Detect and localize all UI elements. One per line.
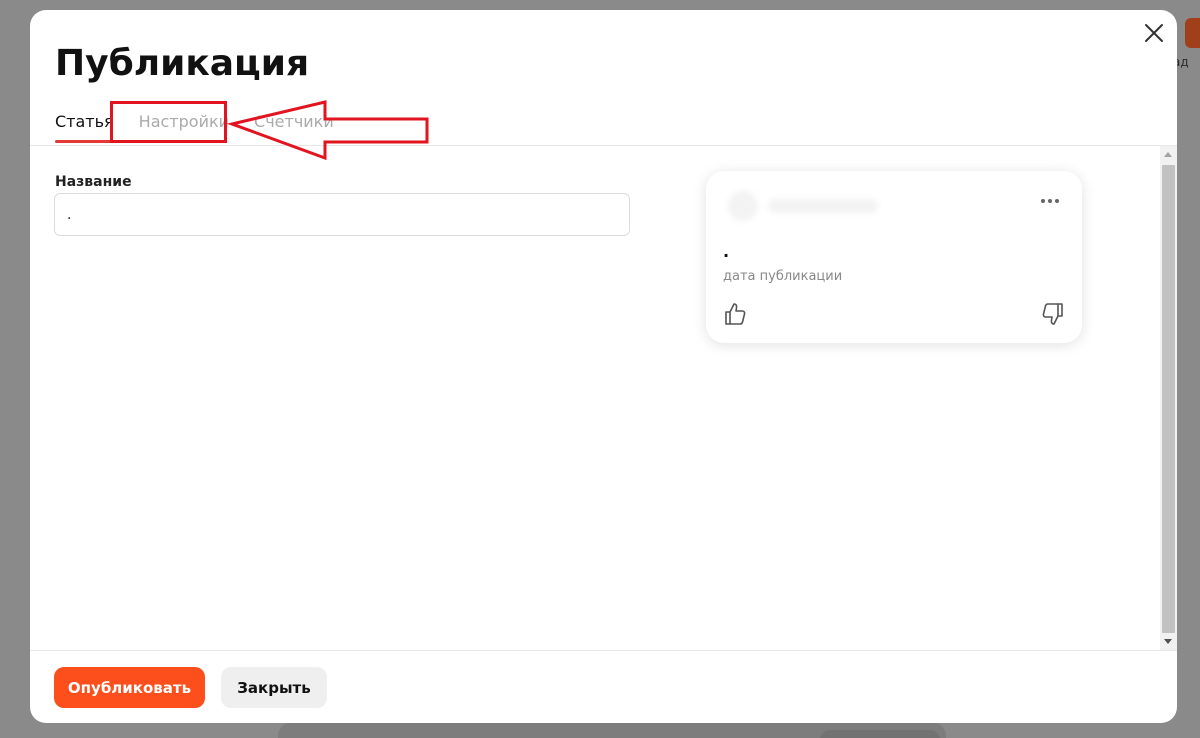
scroll-thumb[interactable]: [1162, 165, 1175, 633]
scroll-down-arrow-icon[interactable]: [1164, 639, 1172, 644]
background-action-button: [1185, 18, 1200, 48]
modal-title: Публикация: [55, 43, 310, 84]
modal-content: Название . дата публикации: [30, 146, 1177, 650]
publication-modal: Публикация Статья Настройки Счетчики Наз…: [30, 10, 1177, 723]
preview-card: . дата публикации: [706, 171, 1082, 343]
tab-article[interactable]: Статья: [55, 112, 114, 143]
blurred-avatar: [728, 191, 758, 221]
preview-title: .: [723, 242, 730, 261]
preview-date: дата публикации: [723, 269, 843, 284]
tab-settings[interactable]: Настройки: [139, 112, 229, 143]
tabs-bar: Статья Настройки Счетчики: [55, 112, 334, 143]
vertical-scrollbar[interactable]: [1160, 146, 1177, 650]
more-options-icon[interactable]: [1040, 191, 1060, 211]
close-icon: [1145, 24, 1163, 42]
name-field-label: Название: [55, 174, 132, 190]
thumbs-up-icon[interactable]: [722, 301, 748, 327]
tab-counters[interactable]: Счетчики: [254, 112, 334, 143]
scroll-up-arrow-icon[interactable]: [1164, 152, 1172, 157]
modal-footer: Опубликовать Закрыть: [30, 650, 1177, 723]
close-modal-button[interactable]: [1141, 20, 1167, 46]
thumbs-down-icon[interactable]: [1040, 301, 1066, 327]
background-content-block-2: [820, 730, 940, 738]
close-button[interactable]: Закрыть: [221, 667, 327, 708]
name-input[interactable]: [54, 193, 630, 236]
blurred-channel-name: [768, 199, 878, 213]
publish-button[interactable]: Опубликовать: [54, 667, 205, 708]
